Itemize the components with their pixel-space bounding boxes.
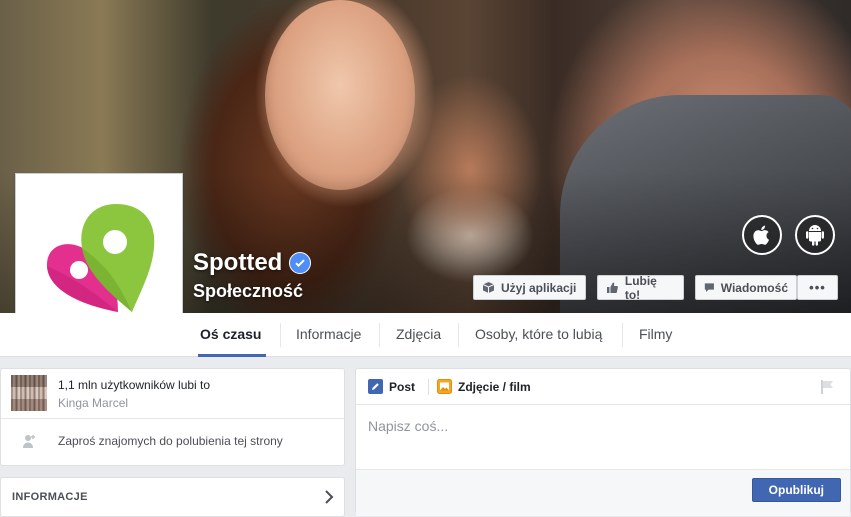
friend-avatar[interactable]: [11, 375, 47, 411]
tab-photos[interactable]: Zdjęcia: [380, 313, 457, 356]
invite-friends-row[interactable]: Zaproś znajomych do polubienia tej stron…: [1, 418, 344, 466]
tab-post[interactable]: Post: [368, 369, 415, 404]
active-tab-indicator: [198, 354, 266, 357]
page-navigation: Oś czasu Informacje Zdjęcia Osoby, które…: [0, 313, 851, 357]
likes-count: 1,1 mln użytkowników lubi to: [58, 378, 211, 392]
likes-card: 1,1 mln użytkowników lubi to Kinga Marce…: [0, 368, 345, 466]
message-icon: [704, 283, 714, 293]
box-icon: [482, 282, 495, 293]
thumbs-up-icon: [606, 282, 618, 293]
tab-videos[interactable]: Filmy: [623, 313, 688, 356]
apple-icon[interactable]: [742, 215, 782, 255]
verified-badge-icon: [289, 252, 312, 274]
photo-icon: [437, 379, 452, 394]
tab-likes[interactable]: Osoby, które to lubią: [459, 313, 618, 356]
tab-about[interactable]: Informacje: [280, 313, 377, 356]
flag-icon[interactable]: [821, 380, 834, 394]
friend-name[interactable]: Kinga Marcel: [58, 396, 128, 410]
page-category[interactable]: Społeczność: [193, 281, 303, 302]
pencil-icon: [368, 379, 383, 394]
tab-timeline[interactable]: Oś czasu: [184, 313, 277, 356]
post-composer: Post Zdjęcie / film Napisz coś... Opubli…: [355, 368, 851, 516]
post-input[interactable]: Napisz coś...: [368, 418, 448, 434]
page-title[interactable]: Spotted: [193, 249, 312, 277]
more-options-button[interactable]: •••: [797, 275, 838, 300]
likes-summary[interactable]: 1,1 mln użytkowników lubi to Kinga Marce…: [1, 369, 344, 419]
add-friend-icon: [23, 435, 35, 448]
android-icon[interactable]: [795, 215, 835, 255]
publish-button[interactable]: Opublikuj: [751, 478, 841, 502]
info-section-header[interactable]: INFORMACJE: [0, 477, 345, 517]
tab-photo-video[interactable]: Zdjęcie / film: [437, 369, 531, 404]
chevron-right-icon: [325, 490, 334, 504]
info-title: INFORMACJE: [12, 491, 88, 503]
use-app-button[interactable]: Użyj aplikacji: [473, 275, 586, 300]
like-button[interactable]: Lubię to!: [597, 274, 684, 302]
invite-friends-text: Zaproś znajomych do polubienia tej stron…: [58, 434, 283, 448]
message-button[interactable]: Wiadomość: [695, 275, 797, 300]
